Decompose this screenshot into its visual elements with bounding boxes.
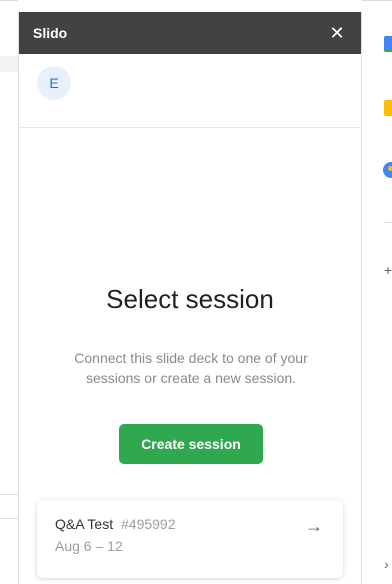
session-card[interactable]: Q&A Test #495992 Aug 6 – 12 → [37,500,343,578]
create-session-button[interactable]: Create session [119,424,263,464]
user-bar: E [19,54,361,128]
avatar[interactable]: E [37,66,71,100]
side-panel-strip: + › [362,0,392,584]
plus-icon[interactable]: + [384,262,392,278]
calendar-icon[interactable] [384,36,392,52]
page-title: Select session [106,284,274,314]
slides-editor-background [0,0,18,584]
session-code: #495992 [121,516,176,532]
expand-icon[interactable]: › [384,556,389,572]
tasks-icon[interactable] [383,162,392,178]
arrow-right-icon[interactable]: → [305,516,323,537]
panel-header: Slido ✕ [19,12,361,54]
session-title-row: Q&A Test #495992 [55,516,325,532]
select-session-view: Select session Connect this slide deck t… [19,128,361,498]
divider [0,56,18,72]
divider [0,0,18,1]
keep-icon[interactable] [384,100,392,116]
close-icon[interactable]: ✕ [327,24,347,42]
divider [362,0,392,1]
panel-title: Slido [33,25,68,41]
divider [0,494,18,495]
slido-sidebar-panel: Slido ✕ E Select session Connect this sl… [18,12,362,584]
page: Slido ✕ E Select session Connect this sl… [0,0,392,584]
session-description: Connect this slide deck to one of your s… [74,350,308,386]
divider [384,222,392,223]
session-name: Q&A Test [55,516,114,532]
divider [0,518,18,519]
session-dates: Aug 6 – 12 [55,538,123,554]
